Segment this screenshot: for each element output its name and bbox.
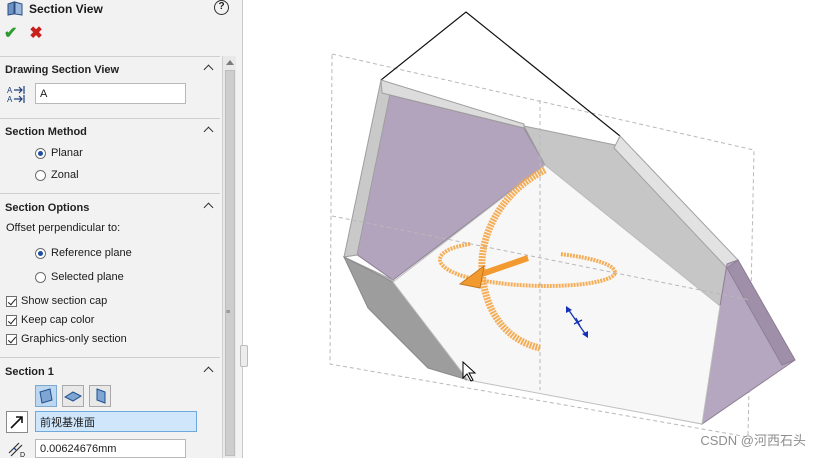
watermark: CSDN @河西石头 [700, 433, 806, 448]
radio-selected-plane-label: Selected plane [51, 271, 124, 283]
label-arrow-icon: A A [7, 85, 29, 106]
checkbox-label: Graphics-only section [21, 333, 127, 345]
radio-zonal-label: Zonal [51, 169, 79, 181]
front-plane-icon [39, 388, 53, 404]
section1-heading: Section 1 [5, 366, 54, 378]
section-options-heading: Section Options [5, 202, 90, 214]
app-window: Section View ? ✔ ✖ Drawing Section View … [0, 0, 820, 458]
radio-planar-label: Planar [51, 147, 83, 159]
panel-title: Section View [29, 2, 103, 16]
drawing-section-view-heading: Drawing Section View [5, 64, 120, 76]
close-icon[interactable]: ✖ [29, 26, 42, 42]
collapse-drawing-section-view-icon[interactable] [204, 63, 214, 73]
checkbox-label: Show section cap [21, 295, 108, 307]
section-label-field[interactable]: A [35, 83, 186, 104]
offset-label: Offset perpendicular to: [6, 222, 121, 234]
scroll-grip-icon: ≡ [226, 309, 231, 316]
svg-text:D: D [20, 452, 25, 458]
divider [0, 56, 220, 57]
top-plane-icon [63, 391, 83, 402]
model-viewport[interactable] [249, 0, 820, 458]
collapse-section1-icon[interactable] [204, 365, 214, 375]
checkbox-show-section-cap[interactable]: Show section cap [6, 295, 107, 307]
panel-scrollbar[interactable]: ≡ [222, 56, 236, 458]
radio-selected-plane[interactable]: Selected plane [35, 271, 124, 283]
radio-planar[interactable]: Planar [35, 147, 83, 159]
section-method-heading: Section Method [5, 126, 87, 138]
divider [0, 118, 220, 119]
scroll-up-icon[interactable] [226, 60, 234, 65]
checkbox[interactable] [6, 333, 17, 345]
section-plane-field[interactable]: 前视基准面 [35, 411, 197, 432]
radio-reference-plane-label: Reference plane [51, 247, 132, 259]
radio-button[interactable] [35, 271, 46, 283]
right-plane-icon [96, 388, 106, 404]
help-icon[interactable]: ? [214, 0, 229, 15]
radio-button[interactable] [35, 247, 46, 259]
svg-text:A: A [7, 86, 13, 95]
checkbox-label: Keep cap color [21, 314, 95, 326]
check-icon[interactable]: ✔ [4, 26, 17, 42]
svg-text:A: A [7, 95, 13, 103]
panel-header: Section View [6, 0, 103, 18]
offset-distance-field[interactable]: 0.00624676mm [35, 439, 186, 458]
radio-zonal[interactable]: Zonal [35, 169, 79, 181]
property-manager: Section View ? ✔ ✖ Drawing Section View … [0, 0, 243, 458]
section-view-icon [6, 0, 24, 19]
radio-button[interactable] [35, 147, 46, 159]
checkbox-keep-cap-color[interactable]: Keep cap color [6, 314, 94, 326]
reverse-direction-icon[interactable] [6, 411, 28, 433]
checkbox-graphics-only-section[interactable]: Graphics-only section [6, 333, 127, 345]
plane-front-button[interactable] [35, 385, 57, 407]
offset-distance-icon: D [6, 439, 28, 458]
checkbox[interactable] [6, 314, 17, 326]
checkbox[interactable] [6, 295, 17, 307]
collapse-section-method-icon[interactable] [204, 125, 214, 135]
radio-reference-plane[interactable]: Reference plane [35, 247, 132, 259]
plane-top-button[interactable] [62, 385, 84, 407]
divider [0, 357, 220, 358]
plane-right-button[interactable] [89, 385, 111, 407]
collapse-section-options-icon[interactable] [204, 201, 214, 211]
radio-button[interactable] [35, 169, 46, 181]
graphics-area[interactable]: CSDN @河西石头 [249, 0, 820, 458]
divider [0, 193, 220, 194]
scrollbar-thumb[interactable] [225, 70, 235, 456]
panel-splitter-handle[interactable] [240, 345, 248, 367]
